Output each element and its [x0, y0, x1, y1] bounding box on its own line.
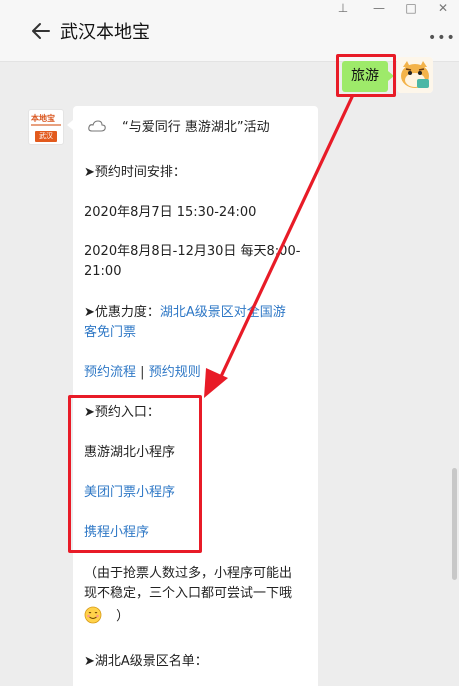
title-bar: ⊥ — □ ✕ 武汉本地宝 •••	[0, 0, 459, 62]
reservation-process-link[interactable]: 预约流程	[84, 365, 136, 380]
back-arrow-icon[interactable]	[30, 20, 52, 42]
note-close-paren: ）	[116, 609, 130, 624]
discount-link-line-2[interactable]: 客免门票	[84, 323, 136, 343]
link-separator: |	[140, 365, 145, 380]
reservation-rules-link[interactable]: 预约规则	[149, 365, 201, 380]
avatar-brand-text: 本地宝	[31, 114, 55, 123]
note-line-3: ）	[84, 606, 129, 627]
list-heading: ➤湖北A级景区名单：	[84, 654, 208, 669]
official-account-avatar[interactable]: 本地宝 武汉	[28, 109, 64, 145]
schedule-date-2-line-1: 2020年8月8日-12月30日 每天8:00-	[84, 244, 301, 259]
discount-link[interactable]: 湖北A级景区对全国游	[160, 305, 286, 320]
more-icon[interactable]: •••	[428, 30, 456, 46]
user-avatar[interactable]	[397, 57, 433, 93]
schedule-heading: ➤预约时间安排：	[84, 165, 186, 180]
pin-icon[interactable]: ⊥	[336, 1, 350, 15]
schedule-date-2-line-2: 21:00	[84, 264, 122, 279]
discount-label: ➤优惠力度：	[84, 305, 160, 320]
smile-emoji-icon	[84, 606, 102, 624]
avatar-brand-underline	[31, 124, 61, 126]
schedule-date-1: 2020年8月7日 15:30-24:00	[84, 205, 257, 220]
maximize-icon[interactable]: □	[404, 1, 418, 15]
chat-title: 武汉本地宝	[60, 22, 150, 43]
avatar-city-tag: 武汉	[35, 131, 57, 142]
cloud-icon	[88, 120, 106, 132]
discount-line: ➤优惠力度：湖北A级景区对全国游	[84, 303, 286, 323]
highlight-box-message	[336, 54, 396, 97]
close-icon[interactable]: ✕	[436, 1, 450, 15]
minimize-icon[interactable]: —	[372, 1, 386, 15]
highlight-box-entries	[68, 395, 202, 553]
tiger-cartoon-icon	[397, 57, 433, 93]
links-row: 预约流程 | 预约规则	[84, 363, 201, 383]
note-line-2: 现不稳定，三个入口都可尝试一下哦	[84, 586, 293, 601]
scrollbar-thumb[interactable]	[452, 468, 457, 580]
activity-title: “与爱同行 惠游湖北”活动	[122, 120, 270, 135]
note-line-1: （由于抢票人数过多，小程序可能出	[84, 566, 293, 581]
